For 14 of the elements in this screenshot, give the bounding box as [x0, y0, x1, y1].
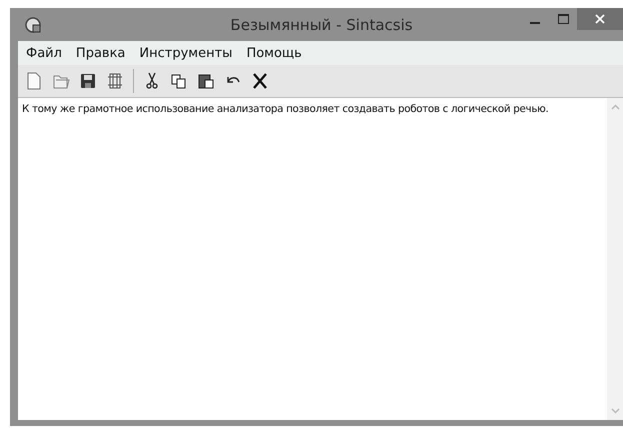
window-title: Безымянный - Sintacsis	[229, 16, 414, 34]
menu-item[interactable]: Инструменты	[139, 46, 232, 60]
delete-icon[interactable]	[251, 71, 269, 91]
menu-item[interactable]: Правка	[76, 46, 126, 60]
minimize-icon	[530, 22, 540, 24]
close-icon	[595, 14, 605, 24]
save-icon[interactable]	[79, 71, 97, 91]
close-button[interactable]	[577, 8, 623, 30]
new-file-icon[interactable]	[25, 71, 43, 91]
menu-item[interactable]: Помощь	[246, 46, 302, 60]
editor-text: К тому же грамотное использование анализатора позволяет создавать роботов с логической речью.	[21, 102, 550, 117]
menu-item[interactable]: Файл	[26, 46, 62, 60]
maximize-icon	[558, 14, 568, 24]
app-icon	[24, 16, 42, 34]
